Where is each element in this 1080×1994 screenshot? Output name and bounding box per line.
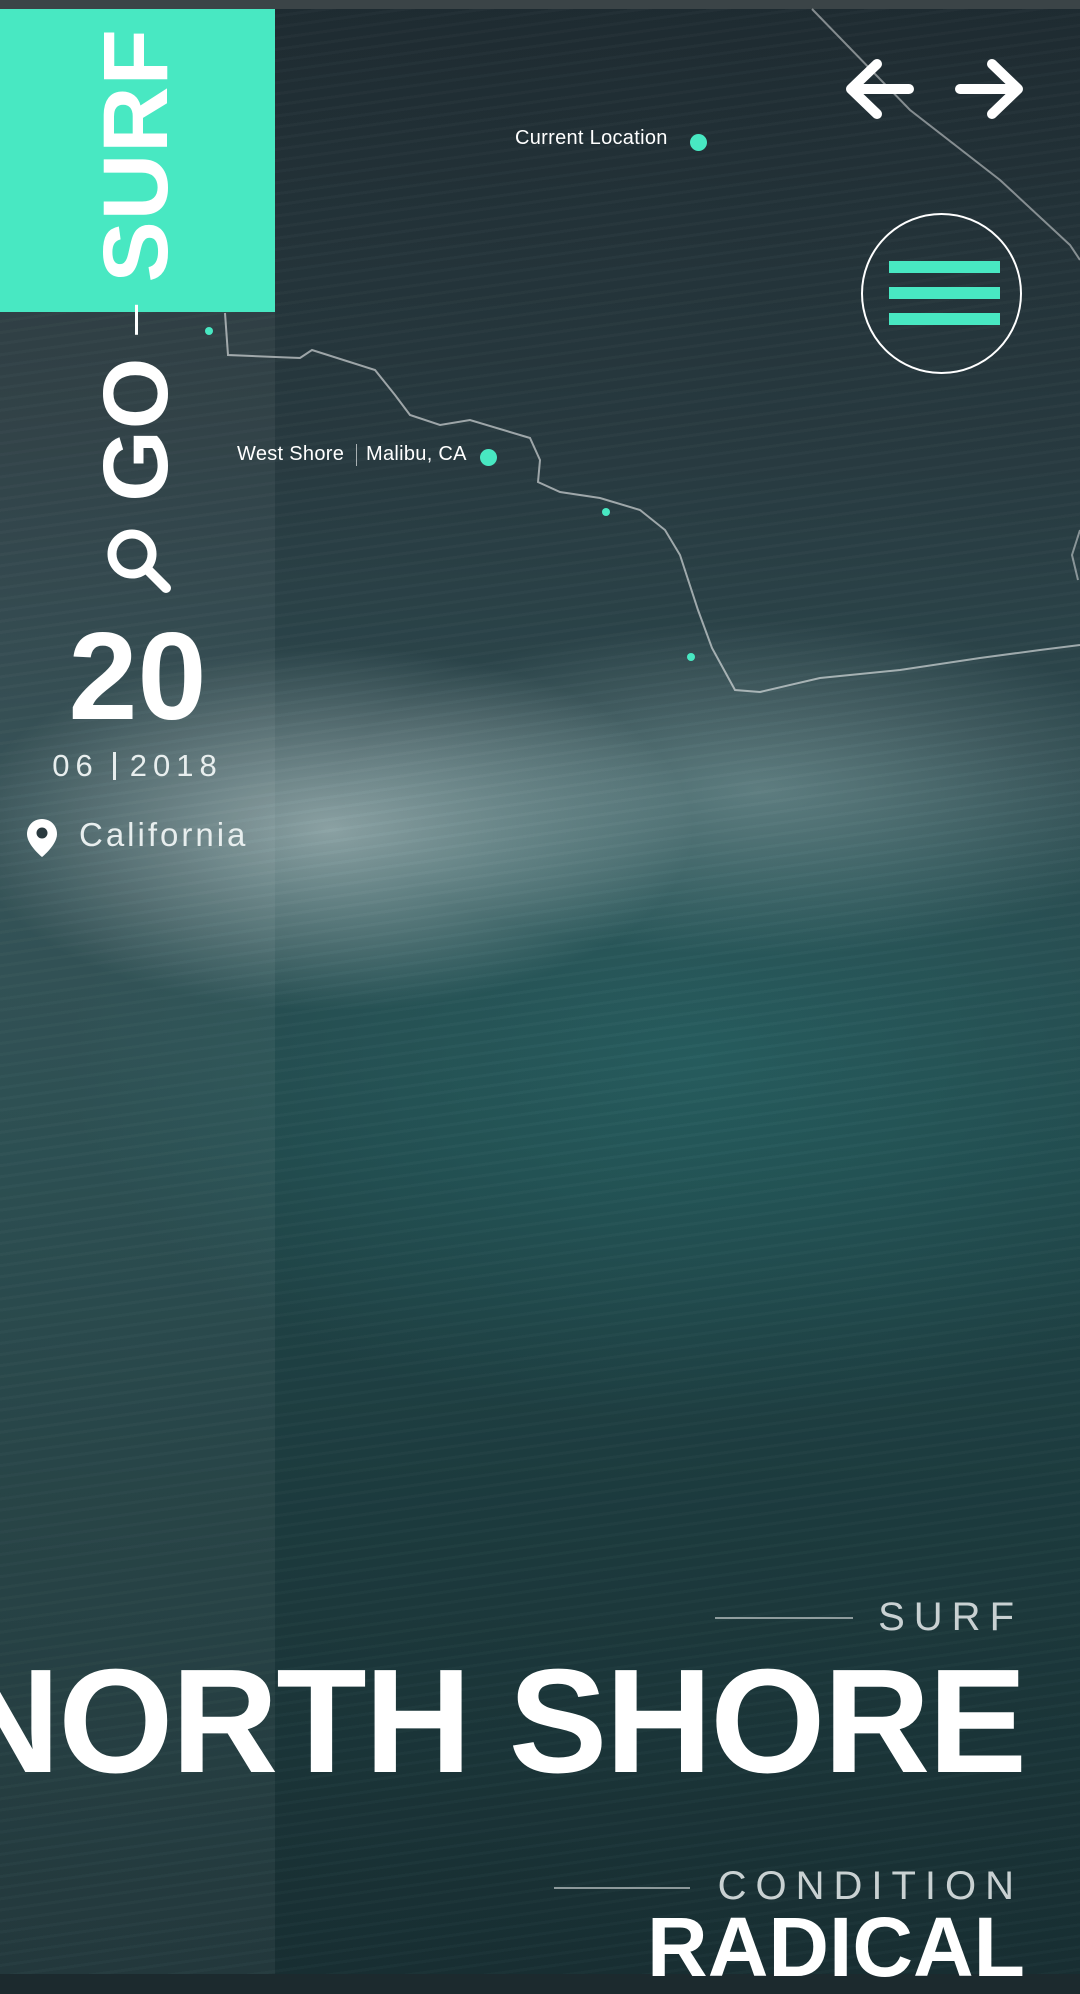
- date-year: 2018: [129, 748, 223, 783]
- location-name: California: [79, 816, 249, 853]
- current-location-label: Current Location: [515, 127, 668, 149]
- current-location-marker[interactable]: [690, 134, 707, 151]
- eyebrow-rule: [715, 1617, 853, 1619]
- menu-icon-line: [889, 287, 1000, 299]
- arrow-right-icon[interactable]: [954, 58, 1026, 120]
- condition-value: RADICAL: [647, 1900, 1025, 1994]
- hero-eyebrow: SURF: [878, 1595, 1023, 1639]
- malibu-label: Malibu, CA: [366, 443, 467, 465]
- logo-word-surf: SURF: [85, 28, 187, 283]
- date-divider: [112, 752, 116, 780]
- arrow-left-icon[interactable]: [843, 58, 915, 120]
- status-bar: [0, 0, 1080, 9]
- search-icon[interactable]: [104, 526, 174, 596]
- date-day: 20: [68, 608, 207, 746]
- menu-button[interactable]: [861, 213, 1022, 374]
- map-marker[interactable]: [205, 327, 213, 335]
- menu-icon: [889, 261, 1000, 273]
- condition-rule: [554, 1887, 690, 1889]
- logo-separator: [134, 304, 138, 335]
- hero-title: NORTH SHORE: [0, 1639, 1027, 1804]
- logo[interactable]: GO SURF: [85, 28, 187, 502]
- label-divider: [356, 444, 357, 466]
- logo-word-go: GO: [85, 356, 187, 502]
- date-month: 06: [52, 748, 99, 783]
- menu-icon-line: [889, 313, 1000, 325]
- location-pin-icon: [27, 819, 57, 857]
- malibu-marker[interactable]: [480, 449, 497, 466]
- date-month-year: 06 2018: [0, 748, 275, 784]
- west-shore-label: West Shore: [237, 443, 345, 465]
- map-marker[interactable]: [602, 508, 610, 516]
- map-marker[interactable]: [687, 653, 695, 661]
